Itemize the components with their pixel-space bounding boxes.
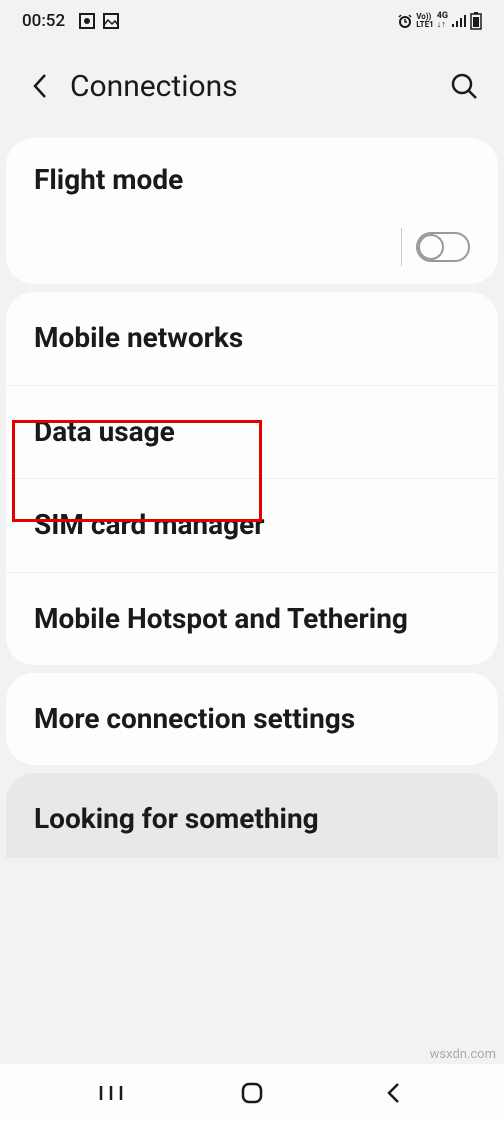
more-settings-item[interactable]: More connection settings bbox=[6, 673, 498, 765]
alarm-icon bbox=[397, 13, 413, 29]
recents-icon bbox=[99, 1083, 123, 1103]
battery-icon bbox=[470, 12, 482, 30]
navigation-bar bbox=[0, 1064, 504, 1122]
recents-button[interactable] bbox=[81, 1073, 141, 1113]
home-button[interactable] bbox=[222, 1073, 282, 1113]
data-usage-label: Data usage bbox=[34, 414, 470, 450]
divider bbox=[401, 228, 402, 266]
status-bar: 00:52 Vo))LTE1 4G↓↑ bbox=[0, 0, 504, 42]
sim-card-manager-item[interactable]: SIM card manager bbox=[6, 479, 498, 572]
search-icon bbox=[450, 72, 478, 100]
flight-mode-label: Flight mode bbox=[34, 162, 470, 198]
chevron-left-icon bbox=[31, 72, 49, 100]
flight-mode-item[interactable]: Flight mode bbox=[6, 138, 498, 284]
status-time: 00:52 bbox=[22, 11, 65, 31]
square-icon bbox=[79, 13, 95, 29]
sim-card-manager-label: SIM card manager bbox=[34, 507, 470, 543]
network-card: Mobile networks Data usage SIM card mana… bbox=[6, 292, 498, 665]
page-title: Connections bbox=[70, 69, 444, 104]
flight-mode-card: Flight mode bbox=[6, 138, 498, 284]
header: Connections bbox=[0, 42, 504, 130]
looking-for-label: Looking for something bbox=[34, 801, 470, 837]
mobile-networks-item[interactable]: Mobile networks bbox=[6, 292, 498, 385]
hotspot-label: Mobile Hotspot and Tethering bbox=[34, 601, 470, 637]
nav-back-button[interactable] bbox=[363, 1073, 423, 1113]
mobile-networks-label: Mobile networks bbox=[34, 320, 470, 356]
home-icon bbox=[241, 1082, 263, 1104]
network-4g-icon: 4G↓↑ bbox=[437, 12, 448, 30]
flight-mode-toggle[interactable] bbox=[416, 232, 470, 262]
volte-icon: Vo))LTE1 bbox=[416, 13, 434, 29]
status-left: 00:52 bbox=[22, 11, 119, 31]
back-button[interactable] bbox=[20, 66, 60, 106]
signal-icon bbox=[451, 13, 467, 29]
more-card: More connection settings bbox=[6, 673, 498, 765]
looking-for-section[interactable]: Looking for something bbox=[6, 773, 498, 857]
hotspot-item[interactable]: Mobile Hotspot and Tethering bbox=[6, 573, 498, 665]
chevron-left-icon bbox=[385, 1081, 401, 1105]
image-icon bbox=[103, 13, 119, 29]
toggle-row bbox=[34, 228, 470, 266]
data-usage-item[interactable]: Data usage bbox=[6, 386, 498, 479]
watermark: wsxdn.com bbox=[430, 1047, 496, 1062]
search-button[interactable] bbox=[444, 66, 484, 106]
status-right: Vo))LTE1 4G↓↑ bbox=[397, 12, 482, 30]
more-settings-label: More connection settings bbox=[34, 701, 470, 737]
